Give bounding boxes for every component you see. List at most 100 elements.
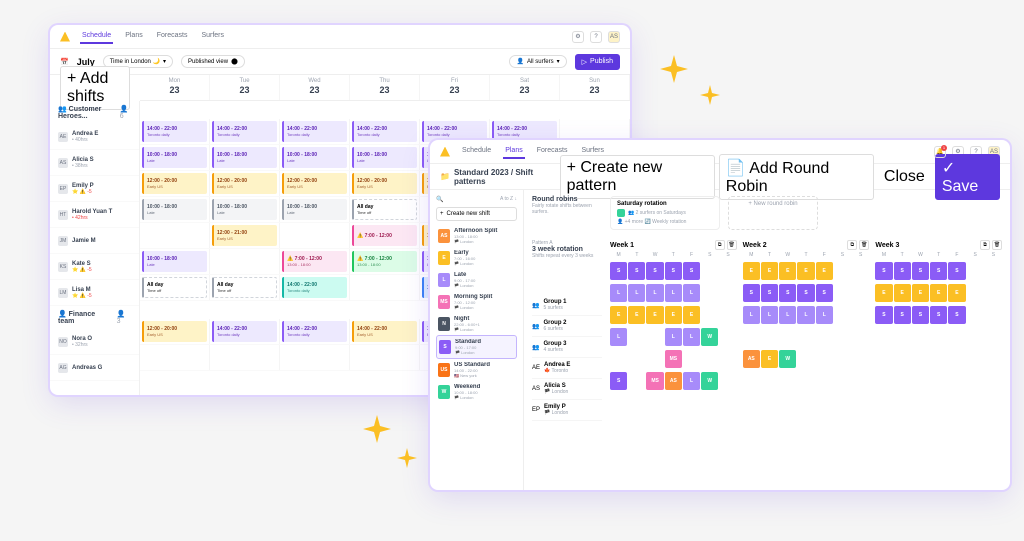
pattern-cell[interactable] — [852, 372, 869, 390]
pattern-cell[interactable] — [701, 350, 718, 368]
pattern-cell[interactable]: S — [779, 284, 796, 302]
pattern-cell[interactable] — [875, 350, 892, 368]
pattern-cell[interactable]: AS — [743, 350, 760, 368]
pattern-cell[interactable]: S — [743, 284, 760, 302]
pattern-cell[interactable] — [912, 328, 929, 346]
shift-type-n[interactable]: NNight22:00 - 6:00+1🏴 London — [436, 313, 517, 335]
shift-cell[interactable] — [210, 249, 280, 274]
pattern-cell[interactable]: L — [628, 284, 645, 302]
shift-cell[interactable]: 14:00 - 22:00Early US — [350, 319, 420, 344]
pattern-cell[interactable]: E — [930, 284, 947, 302]
pattern-cell[interactable]: L — [761, 306, 778, 324]
add-round-robin-button[interactable]: + New round robin — [728, 196, 818, 230]
pattern-cell[interactable]: E — [665, 306, 682, 324]
shift-cell[interactable] — [210, 345, 280, 370]
pattern-cell[interactable]: S — [894, 306, 911, 324]
pattern-cell[interactable]: L — [665, 284, 682, 302]
pattern-cell[interactable] — [912, 372, 929, 390]
pattern-cell[interactable]: MS — [646, 372, 663, 390]
pattern-cell[interactable]: S — [930, 306, 947, 324]
copy-icon[interactable]: ⧉ — [715, 240, 725, 250]
shift-cell[interactable] — [280, 345, 350, 370]
pattern-cell[interactable]: S — [875, 306, 892, 324]
pattern-cell[interactable]: E — [743, 262, 760, 280]
pattern-cell[interactable] — [875, 372, 892, 390]
pattern-cell[interactable] — [912, 350, 929, 368]
copy-icon[interactable]: ⧉ — [980, 240, 990, 250]
pattern-cell[interactable] — [628, 350, 645, 368]
person-row[interactable]: HTHarold Yuan T• 42hrs — [50, 202, 139, 228]
pattern-cell[interactable] — [967, 328, 984, 346]
pattern-cell[interactable] — [967, 372, 984, 390]
shift-cell[interactable]: ⚠️ 7:00 - 12:0013:00 - 18:00 — [280, 249, 350, 274]
pattern-cell[interactable]: E — [948, 284, 965, 302]
pattern-cell[interactable]: L — [665, 328, 682, 346]
shift-cell[interactable]: 10:00 - 18:00Late — [280, 197, 350, 222]
publish-button[interactable]: ▷ Publish — [575, 54, 620, 70]
pattern-cell[interactable] — [948, 328, 965, 346]
shift-cell[interactable]: 14:00 - 22:00Toronto daily — [280, 119, 350, 144]
shift-type-s[interactable]: SStandard9:00 - 17:00🏴 London — [436, 335, 517, 359]
pattern-cell[interactable] — [610, 350, 627, 368]
pattern-cell[interactable] — [719, 372, 736, 390]
pattern-cell[interactable]: E — [683, 306, 700, 324]
shift-type-l[interactable]: LLate9:00 - 17:00🏴 London — [436, 269, 517, 291]
pattern-cell[interactable] — [852, 306, 869, 324]
shift-type-ms[interactable]: MSMorning Split7:00 - 12:00🏴 London — [436, 291, 517, 313]
nav-forecasts[interactable]: Forecasts — [155, 29, 190, 44]
pattern-cell[interactable] — [852, 350, 869, 368]
pattern-cell[interactable] — [948, 350, 965, 368]
pattern-cell[interactable]: W — [701, 372, 718, 390]
pattern-cell[interactable] — [646, 350, 663, 368]
pattern-cell[interactable] — [761, 328, 778, 346]
pattern-cell[interactable] — [948, 372, 965, 390]
shift-cell[interactable]: 10:00 - 18:00Late — [140, 145, 210, 170]
pattern-cell[interactable] — [985, 306, 1002, 324]
pattern-cell[interactable]: E — [646, 306, 663, 324]
pattern-cell[interactable]: E — [761, 262, 778, 280]
pattern-cell[interactable] — [834, 306, 851, 324]
pattern-cell[interactable] — [701, 262, 718, 280]
nav-plans[interactable]: Plans — [503, 144, 525, 159]
pattern-cell[interactable]: L — [683, 328, 700, 346]
pattern-cell[interactable] — [894, 372, 911, 390]
round-robin-card[interactable]: Saturday rotation 👥 2 surfers on Saturda… — [610, 196, 720, 230]
search-icon[interactable]: 🔍 — [436, 196, 443, 203]
pattern-cell[interactable]: L — [779, 306, 796, 324]
shift-cell[interactable]: 12:00 - 20:00Early US — [350, 171, 420, 196]
pattern-cell[interactable] — [816, 372, 833, 390]
pattern-cell[interactable]: W — [701, 328, 718, 346]
pattern-cell[interactable]: S — [610, 262, 627, 280]
pattern-cell[interactable]: L — [610, 284, 627, 302]
person-row[interactable]: ASAlicia S• 38hrs — [50, 150, 139, 176]
pattern-cell[interactable] — [967, 350, 984, 368]
pattern-cell[interactable]: L — [816, 306, 833, 324]
shift-type-us[interactable]: USUS Standard14:00 - 22:00🇺🇸 New york — [436, 359, 517, 381]
person-row[interactable]: JMJamie M — [50, 228, 139, 254]
pattern-cell[interactable] — [834, 372, 851, 390]
person-row[interactable]: AEAndrea E• 40hrs — [50, 124, 139, 150]
pattern-cell[interactable]: S — [761, 284, 778, 302]
shift-cell[interactable]: 12:00 - 21:00Early US — [210, 223, 280, 248]
pattern-cell[interactable] — [834, 284, 851, 302]
pattern-cell[interactable] — [701, 284, 718, 302]
pattern-cell[interactable]: L — [683, 372, 700, 390]
pattern-group[interactable]: 👥Group 26 surfers — [532, 316, 602, 337]
pattern-cell[interactable]: L — [797, 306, 814, 324]
person-row[interactable]: LMLisa M⭐ ⚠️ -5 — [50, 280, 139, 306]
pattern-cell[interactable] — [719, 284, 736, 302]
pattern-cell[interactable]: L — [743, 306, 760, 324]
pattern-cell[interactable]: W — [779, 350, 796, 368]
shift-cell[interactable]: 14:00 - 22:00Toronto daily — [350, 119, 420, 144]
pattern-cell[interactable]: S — [646, 262, 663, 280]
pattern-cell[interactable]: S — [912, 262, 929, 280]
shift-cell[interactable]: 12:00 - 20:00Early US — [210, 171, 280, 196]
pattern-cell[interactable]: E — [875, 284, 892, 302]
shift-cell[interactable] — [350, 275, 420, 300]
help-icon[interactable]: ? — [590, 31, 602, 43]
pattern-cell[interactable] — [875, 328, 892, 346]
pattern-cell[interactable]: E — [610, 306, 627, 324]
pattern-cell[interactable] — [797, 328, 814, 346]
shift-cell[interactable]: 14:00 - 22:00Toronto daily — [280, 319, 350, 344]
nav-schedule[interactable]: Schedule — [460, 144, 493, 159]
